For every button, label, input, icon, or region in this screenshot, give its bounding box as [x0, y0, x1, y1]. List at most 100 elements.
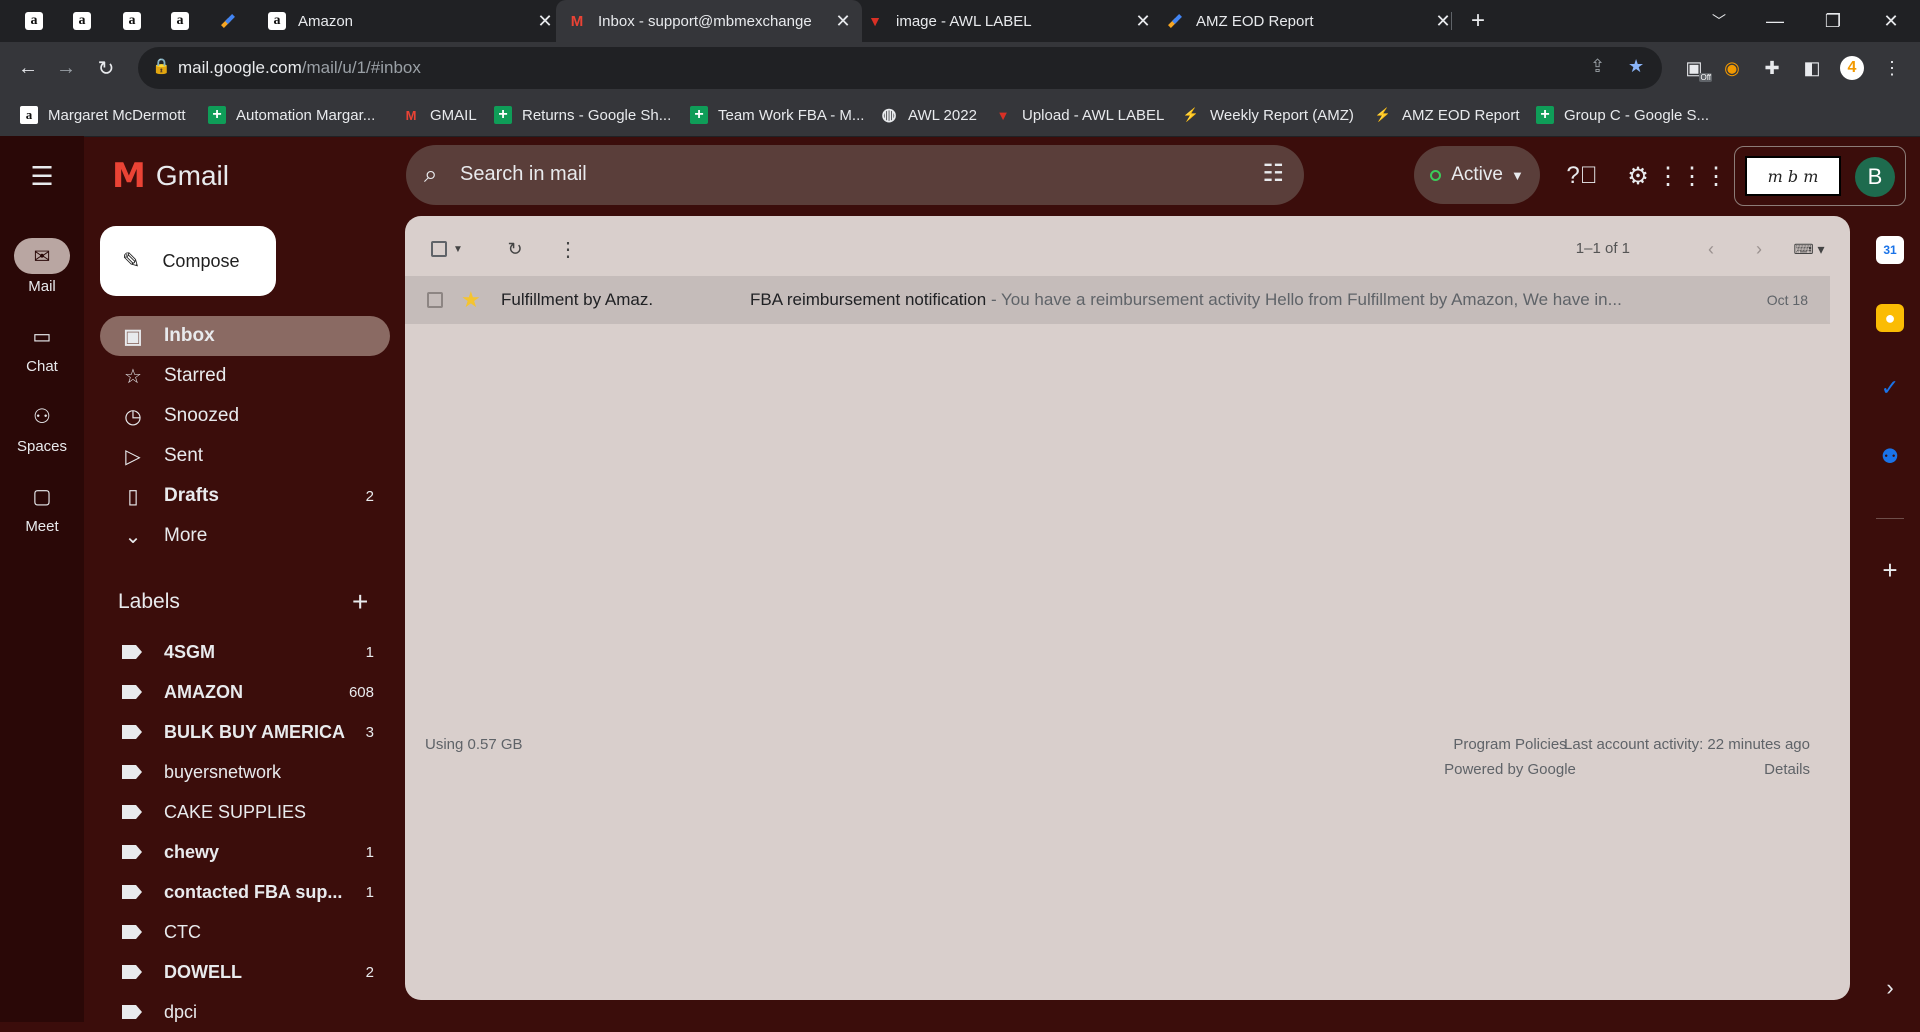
nav-drafts[interactable]: ▯ Drafts 2	[100, 476, 390, 516]
rail-chat[interactable]: ▭ Chat	[0, 318, 84, 376]
tab-amazon[interactable]: a Amazon ✕	[256, 0, 564, 42]
label-item[interactable]: DOWELL 2	[100, 952, 390, 992]
url-text[interactable]: mail.google.com/mail/u/1/#inbox	[178, 58, 421, 78]
pinned-tab-amazon[interactable]: a	[10, 0, 58, 42]
bookmark-label: AWL 2022	[908, 106, 977, 124]
extension-icon[interactable]: ◉	[1718, 54, 1746, 82]
side-panel-icon[interactable]: ◧	[1798, 54, 1826, 82]
tab-awl-label[interactable]: ▼ image - AWL LABEL ✕	[854, 0, 1162, 42]
rail-mail[interactable]: ✉ Mail	[0, 238, 84, 295]
label-name: contacted FBA sup...	[164, 881, 343, 902]
nav-starred[interactable]: ☆ Starred	[100, 356, 390, 396]
avatar[interactable]: B	[1855, 157, 1895, 197]
label-item[interactable]: contacted FBA sup... 1	[100, 872, 390, 912]
search-bar[interactable]: ⌕ Search in mail ☷	[406, 145, 1304, 205]
select-all-checkbox[interactable]: ▼	[425, 234, 469, 264]
show-side-panel-chevron-icon[interactable]: ›	[1876, 974, 1904, 1002]
nav-inbox[interactable]: ▣ Inbox	[100, 316, 390, 356]
filter-options-icon[interactable]: ☷	[1262, 159, 1284, 188]
forward-button[interactable]: →	[50, 52, 82, 84]
bookmark-item[interactable]: ▼ Upload - AWL LABEL	[994, 94, 1165, 136]
search-icon[interactable]: ⌕	[424, 161, 437, 189]
label-item[interactable]: buyersnetwork	[100, 752, 390, 792]
bookmark-item[interactable]: + Returns - Google Sh...	[494, 94, 671, 136]
puzzle-icon[interactable]: ✚	[1758, 54, 1786, 82]
more-vert-icon[interactable]: ⋮	[553, 234, 583, 264]
nav-snoozed[interactable]: ◷ Snoozed	[100, 396, 390, 436]
close-icon[interactable]: ✕	[832, 11, 854, 32]
bookmark-item[interactable]: ◍ AWL 2022	[880, 94, 977, 136]
gmail-logo[interactable]: M Gmail	[112, 156, 229, 196]
bookmark-star-icon[interactable]: ★	[1628, 56, 1644, 77]
newer-chevron-icon[interactable]: ‹	[1696, 234, 1726, 264]
nav-sent[interactable]: ▷ Sent	[100, 436, 390, 476]
tab-amz-eod-report[interactable]: AMZ EOD Report ✕	[1154, 0, 1462, 42]
bookmark-item[interactable]: + Automation Margar...	[208, 94, 375, 136]
table-row[interactable]: ★ Fulfillment by Amaz. FBA reimbursement…	[405, 276, 1830, 324]
compose-button[interactable]: ✎ Compose	[100, 226, 276, 296]
bookmark-item[interactable]: + Group C - Google S...	[1536, 94, 1709, 136]
label-item[interactable]: BULK BUY AMERICA 3	[100, 712, 390, 752]
account-switcher[interactable]: m b m B	[1734, 146, 1906, 206]
apps-grid-icon[interactable]: ⋮⋮⋮	[1656, 158, 1728, 194]
keep-icon[interactable]: ●	[1876, 304, 1904, 332]
input-tools-keyboard-icon[interactable]: ⌨ ▾	[1784, 234, 1834, 264]
bookmark-item[interactable]: ⚡ AMZ EOD Report	[1374, 94, 1520, 136]
bookmark-item[interactable]: a Margaret McDermott	[20, 94, 186, 136]
awl-icon: ▼	[996, 107, 1010, 123]
nav-more[interactable]: ⌄ More	[100, 516, 390, 556]
label-item[interactable]: chewy 1	[100, 832, 390, 872]
tab-search-chevron-icon[interactable]: ﹀	[1690, 0, 1748, 42]
label-count: 1	[365, 883, 374, 901]
divider	[1876, 518, 1904, 519]
settings-gear-icon[interactable]: ⚙	[1620, 158, 1656, 194]
minimize-button[interactable]: —	[1746, 0, 1804, 42]
share-icon[interactable]: ⇪	[1590, 56, 1605, 77]
label-item[interactable]: AMAZON 608	[100, 672, 390, 712]
bookmark-item[interactable]: ⚡ Weekly Report (AMZ)	[1182, 94, 1354, 136]
pinned-tab-amazon[interactable]: a	[108, 0, 156, 42]
row-checkbox[interactable]	[427, 292, 443, 308]
menu-icon[interactable]: ⋮	[1878, 54, 1906, 82]
hamburger-menu-icon[interactable]: ☰	[22, 160, 62, 192]
rail-spaces[interactable]: ⚇ Spaces	[0, 398, 84, 456]
back-button[interactable]: ←	[12, 52, 44, 84]
new-tab-button[interactable]: +	[1462, 0, 1494, 42]
pinned-tab-amazon[interactable]: a	[156, 0, 204, 42]
tasks-icon[interactable]: ✓	[1876, 374, 1904, 402]
tab-title: Amazon	[298, 12, 354, 30]
star-icon[interactable]: ★	[461, 287, 481, 313]
details-link[interactable]: Details	[1764, 761, 1810, 778]
close-window-button[interactable]: ✕	[1862, 0, 1920, 42]
zapier-icon	[1166, 12, 1184, 30]
tab-inbox[interactable]: M Inbox - support@mbmexchange ✕	[556, 0, 862, 42]
inbox-icon: ▣	[123, 325, 143, 348]
calendar-icon[interactable]: 31	[1876, 236, 1904, 264]
chat-icon: ▭	[32, 325, 52, 348]
globe-icon: ◍	[881, 105, 897, 124]
bookmark-item[interactable]: M GMAIL	[402, 94, 477, 136]
search-placeholder[interactable]: Search in mail	[460, 163, 587, 186]
contacts-icon[interactable]: ⚉	[1876, 442, 1904, 470]
close-icon[interactable]: ✕	[1132, 11, 1154, 32]
label-item[interactable]: CAKE SUPPLIES	[100, 792, 390, 832]
refresh-icon[interactable]: ↻	[500, 234, 530, 264]
rail-meet[interactable]: ▢ Meet	[0, 478, 84, 536]
label-item[interactable]: dpci	[100, 992, 390, 1032]
close-icon[interactable]: ✕	[534, 11, 556, 32]
bookmark-item[interactable]: + Team Work FBA - M...	[690, 94, 864, 136]
pinned-tab-zapier[interactable]	[204, 0, 252, 42]
restore-button[interactable]: ❐	[1804, 0, 1862, 42]
help-icon[interactable]: ?⃝	[1564, 158, 1600, 194]
profile-icon[interactable]: 4	[1838, 54, 1866, 82]
label-item[interactable]: 4SGM 1	[100, 632, 390, 672]
reload-button[interactable]: ↻	[90, 52, 122, 84]
add-addon-icon[interactable]: +	[1876, 555, 1904, 585]
older-chevron-icon[interactable]: ›	[1744, 234, 1774, 264]
label-item[interactable]: CTC	[100, 912, 390, 952]
status-button[interactable]: Active ▼	[1414, 146, 1540, 204]
extension-icon[interactable]: ▣ Off	[1680, 54, 1712, 82]
add-label-icon[interactable]: +	[352, 586, 368, 618]
pinned-tab-amazon[interactable]: a	[58, 0, 106, 42]
address-bar[interactable]: 🔒 mail.google.com/mail/u/1/#inbox ⇪ ★	[138, 47, 1662, 89]
